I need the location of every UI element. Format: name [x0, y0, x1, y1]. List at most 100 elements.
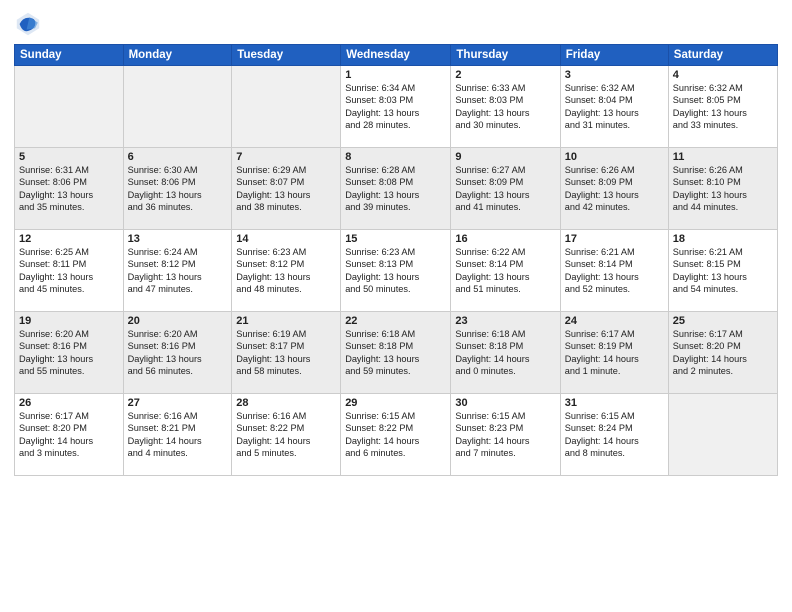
calendar-cell: 19Sunrise: 6:20 AM Sunset: 8:16 PM Dayli…: [15, 312, 124, 394]
day-info: Sunrise: 6:20 AM Sunset: 8:16 PM Dayligh…: [19, 328, 119, 378]
day-info: Sunrise: 6:29 AM Sunset: 8:07 PM Dayligh…: [236, 164, 336, 214]
day-info: Sunrise: 6:28 AM Sunset: 8:08 PM Dayligh…: [345, 164, 446, 214]
day-number: 5: [19, 151, 119, 163]
calendar-cell: 4Sunrise: 6:32 AM Sunset: 8:05 PM Daylig…: [668, 66, 777, 148]
day-number: 4: [673, 69, 773, 81]
calendar-cell: 15Sunrise: 6:23 AM Sunset: 8:13 PM Dayli…: [341, 230, 451, 312]
day-info: Sunrise: 6:26 AM Sunset: 8:09 PM Dayligh…: [565, 164, 664, 214]
calendar-cell: [15, 66, 124, 148]
day-info: Sunrise: 6:34 AM Sunset: 8:03 PM Dayligh…: [345, 82, 446, 132]
day-info: Sunrise: 6:23 AM Sunset: 8:12 PM Dayligh…: [236, 246, 336, 296]
day-number: 14: [236, 233, 336, 245]
day-info: Sunrise: 6:27 AM Sunset: 8:09 PM Dayligh…: [455, 164, 555, 214]
calendar-cell: 23Sunrise: 6:18 AM Sunset: 8:18 PM Dayli…: [451, 312, 560, 394]
header: [14, 10, 778, 38]
day-info: Sunrise: 6:20 AM Sunset: 8:16 PM Dayligh…: [128, 328, 228, 378]
day-number: 2: [455, 69, 555, 81]
logo: [14, 10, 46, 38]
calendar-cell: 14Sunrise: 6:23 AM Sunset: 8:12 PM Dayli…: [232, 230, 341, 312]
day-info: Sunrise: 6:16 AM Sunset: 8:21 PM Dayligh…: [128, 410, 228, 460]
calendar-cell: 18Sunrise: 6:21 AM Sunset: 8:15 PM Dayli…: [668, 230, 777, 312]
day-info: Sunrise: 6:25 AM Sunset: 8:11 PM Dayligh…: [19, 246, 119, 296]
calendar-container: SundayMondayTuesdayWednesdayThursdayFrid…: [0, 0, 792, 612]
day-number: 23: [455, 315, 555, 327]
day-number: 20: [128, 315, 228, 327]
calendar-table: SundayMondayTuesdayWednesdayThursdayFrid…: [14, 44, 778, 476]
day-number: 7: [236, 151, 336, 163]
calendar-cell: 31Sunrise: 6:15 AM Sunset: 8:24 PM Dayli…: [560, 394, 668, 476]
calendar-week-row: 26Sunrise: 6:17 AM Sunset: 8:20 PM Dayli…: [15, 394, 778, 476]
day-number: 6: [128, 151, 228, 163]
day-number: 25: [673, 315, 773, 327]
day-number: 29: [345, 397, 446, 409]
calendar-cell: 29Sunrise: 6:15 AM Sunset: 8:22 PM Dayli…: [341, 394, 451, 476]
day-number: 9: [455, 151, 555, 163]
day-info: Sunrise: 6:31 AM Sunset: 8:06 PM Dayligh…: [19, 164, 119, 214]
day-number: 21: [236, 315, 336, 327]
calendar-week-row: 12Sunrise: 6:25 AM Sunset: 8:11 PM Dayli…: [15, 230, 778, 312]
day-number: 31: [565, 397, 664, 409]
day-number: 22: [345, 315, 446, 327]
calendar-week-row: 5Sunrise: 6:31 AM Sunset: 8:06 PM Daylig…: [15, 148, 778, 230]
day-info: Sunrise: 6:21 AM Sunset: 8:14 PM Dayligh…: [565, 246, 664, 296]
weekday-header-friday: Friday: [560, 45, 668, 66]
calendar-week-row: 1Sunrise: 6:34 AM Sunset: 8:03 PM Daylig…: [15, 66, 778, 148]
day-number: 18: [673, 233, 773, 245]
calendar-cell: 30Sunrise: 6:15 AM Sunset: 8:23 PM Dayli…: [451, 394, 560, 476]
day-info: Sunrise: 6:19 AM Sunset: 8:17 PM Dayligh…: [236, 328, 336, 378]
calendar-cell: 1Sunrise: 6:34 AM Sunset: 8:03 PM Daylig…: [341, 66, 451, 148]
calendar-cell: 11Sunrise: 6:26 AM Sunset: 8:10 PM Dayli…: [668, 148, 777, 230]
day-info: Sunrise: 6:30 AM Sunset: 8:06 PM Dayligh…: [128, 164, 228, 214]
weekday-header-monday: Monday: [123, 45, 232, 66]
day-number: 19: [19, 315, 119, 327]
day-info: Sunrise: 6:24 AM Sunset: 8:12 PM Dayligh…: [128, 246, 228, 296]
day-info: Sunrise: 6:26 AM Sunset: 8:10 PM Dayligh…: [673, 164, 773, 214]
day-info: Sunrise: 6:22 AM Sunset: 8:14 PM Dayligh…: [455, 246, 555, 296]
day-info: Sunrise: 6:18 AM Sunset: 8:18 PM Dayligh…: [455, 328, 555, 378]
logo-icon: [14, 10, 42, 38]
day-number: 24: [565, 315, 664, 327]
weekday-header-tuesday: Tuesday: [232, 45, 341, 66]
calendar-cell: 5Sunrise: 6:31 AM Sunset: 8:06 PM Daylig…: [15, 148, 124, 230]
day-number: 8: [345, 151, 446, 163]
calendar-cell: 8Sunrise: 6:28 AM Sunset: 8:08 PM Daylig…: [341, 148, 451, 230]
calendar-cell: 20Sunrise: 6:20 AM Sunset: 8:16 PM Dayli…: [123, 312, 232, 394]
day-number: 30: [455, 397, 555, 409]
calendar-cell: 9Sunrise: 6:27 AM Sunset: 8:09 PM Daylig…: [451, 148, 560, 230]
calendar-cell: 2Sunrise: 6:33 AM Sunset: 8:03 PM Daylig…: [451, 66, 560, 148]
calendar-cell: [232, 66, 341, 148]
calendar-cell: [123, 66, 232, 148]
day-number: 11: [673, 151, 773, 163]
day-info: Sunrise: 6:15 AM Sunset: 8:24 PM Dayligh…: [565, 410, 664, 460]
day-number: 3: [565, 69, 664, 81]
weekday-header-thursday: Thursday: [451, 45, 560, 66]
calendar-cell: 10Sunrise: 6:26 AM Sunset: 8:09 PM Dayli…: [560, 148, 668, 230]
day-number: 10: [565, 151, 664, 163]
calendar-cell: 12Sunrise: 6:25 AM Sunset: 8:11 PM Dayli…: [15, 230, 124, 312]
day-info: Sunrise: 6:18 AM Sunset: 8:18 PM Dayligh…: [345, 328, 446, 378]
weekday-header-row: SundayMondayTuesdayWednesdayThursdayFrid…: [15, 45, 778, 66]
day-info: Sunrise: 6:16 AM Sunset: 8:22 PM Dayligh…: [236, 410, 336, 460]
day-info: Sunrise: 6:17 AM Sunset: 8:20 PM Dayligh…: [19, 410, 119, 460]
day-info: Sunrise: 6:23 AM Sunset: 8:13 PM Dayligh…: [345, 246, 446, 296]
calendar-cell: 7Sunrise: 6:29 AM Sunset: 8:07 PM Daylig…: [232, 148, 341, 230]
calendar-cell: 16Sunrise: 6:22 AM Sunset: 8:14 PM Dayli…: [451, 230, 560, 312]
day-info: Sunrise: 6:33 AM Sunset: 8:03 PM Dayligh…: [455, 82, 555, 132]
day-number: 12: [19, 233, 119, 245]
day-info: Sunrise: 6:15 AM Sunset: 8:22 PM Dayligh…: [345, 410, 446, 460]
calendar-cell: 13Sunrise: 6:24 AM Sunset: 8:12 PM Dayli…: [123, 230, 232, 312]
calendar-cell: 22Sunrise: 6:18 AM Sunset: 8:18 PM Dayli…: [341, 312, 451, 394]
day-number: 17: [565, 233, 664, 245]
day-number: 1: [345, 69, 446, 81]
day-number: 16: [455, 233, 555, 245]
day-info: Sunrise: 6:17 AM Sunset: 8:20 PM Dayligh…: [673, 328, 773, 378]
calendar-cell: 17Sunrise: 6:21 AM Sunset: 8:14 PM Dayli…: [560, 230, 668, 312]
calendar-cell: 26Sunrise: 6:17 AM Sunset: 8:20 PM Dayli…: [15, 394, 124, 476]
calendar-cell: 27Sunrise: 6:16 AM Sunset: 8:21 PM Dayli…: [123, 394, 232, 476]
weekday-header-wednesday: Wednesday: [341, 45, 451, 66]
day-number: 13: [128, 233, 228, 245]
calendar-cell: 24Sunrise: 6:17 AM Sunset: 8:19 PM Dayli…: [560, 312, 668, 394]
day-info: Sunrise: 6:17 AM Sunset: 8:19 PM Dayligh…: [565, 328, 664, 378]
day-number: 28: [236, 397, 336, 409]
day-info: Sunrise: 6:21 AM Sunset: 8:15 PM Dayligh…: [673, 246, 773, 296]
